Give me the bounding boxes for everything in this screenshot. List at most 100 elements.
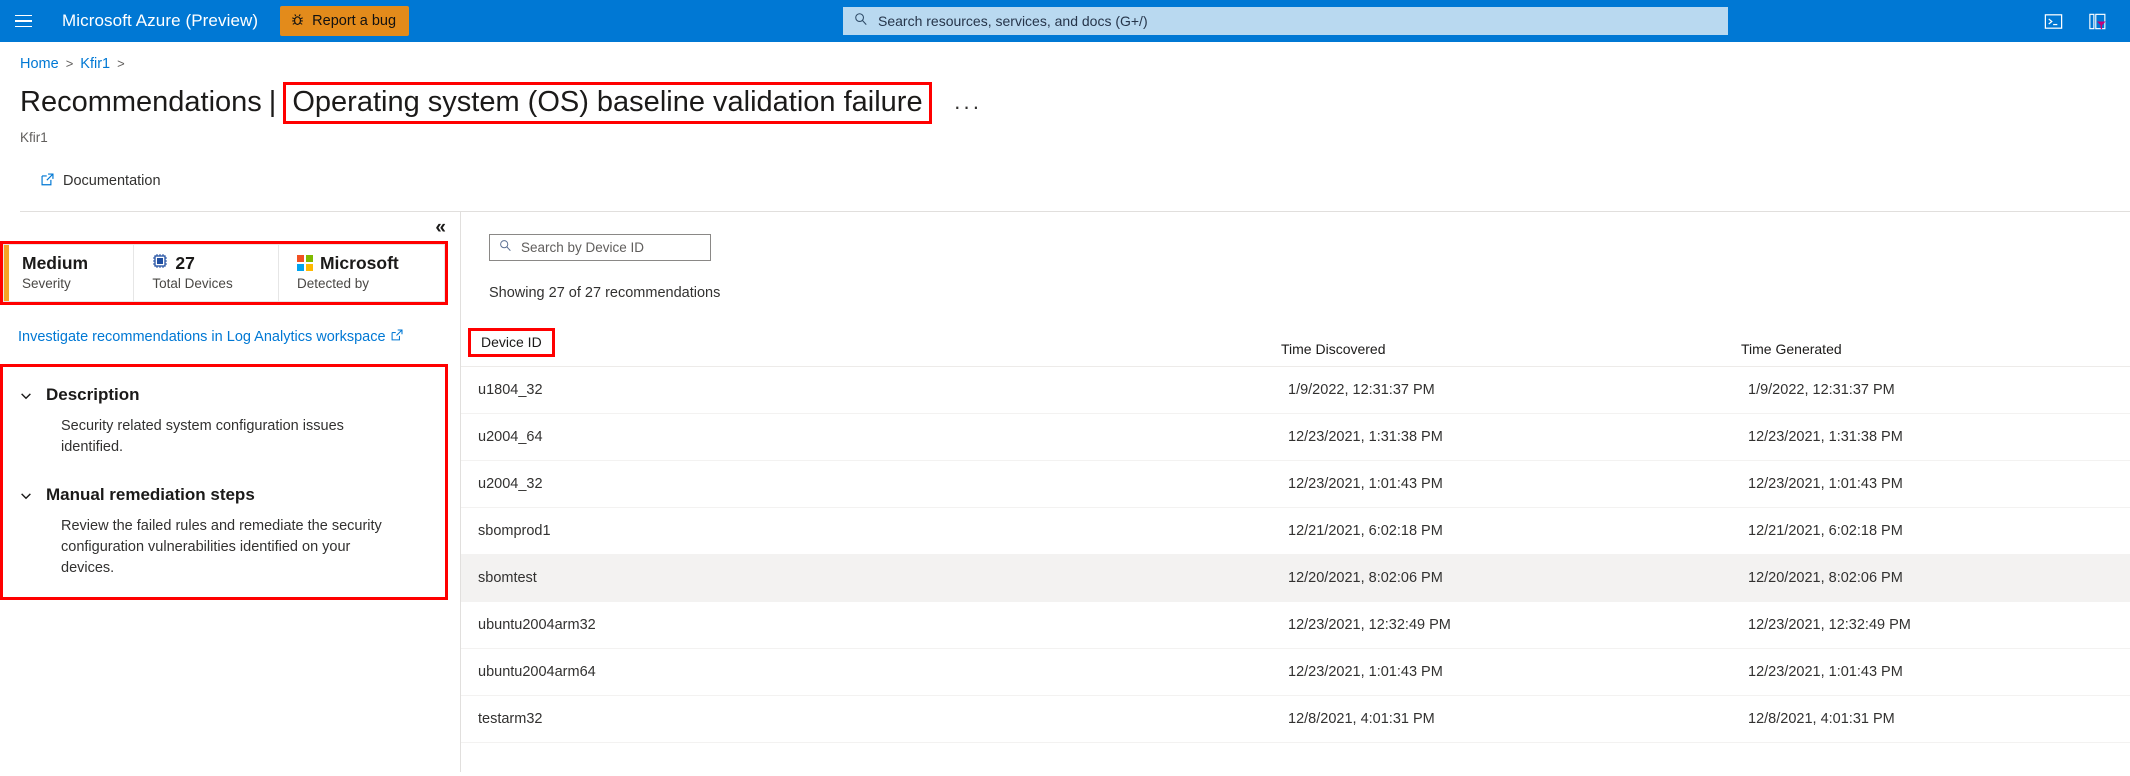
device-search-placeholder: Search by Device ID [521,240,645,255]
chevron-down-icon [19,488,33,502]
page-header: Home > Kfir1 > Recommendations | Operati… [0,42,2130,212]
accordion-title-manual-remediation: Manual remediation steps [46,485,255,504]
collapse-pane-button[interactable]: « [435,218,446,237]
directory-filter-icon[interactable] [2082,6,2112,36]
search-icon [499,239,512,257]
device-search-input[interactable]: Search by Device ID [489,234,711,261]
bug-icon [290,12,305,30]
cell-time-discovered: 12/20/2021, 8:02:06 PM [1271,554,1731,602]
accordion-spacer [19,458,429,481]
cell-time-generated: 12/8/2021, 4:01:31 PM [1731,695,2130,743]
resource-subtitle: Kfir1 [20,130,48,145]
external-link-icon [390,328,404,346]
table-row[interactable]: testarm32 12/8/2021, 4:01:31 PM 12/8/202… [461,695,2130,743]
total-devices-value-row: 27 [152,252,278,274]
table-row[interactable]: u2004_32 12/23/2021, 1:01:43 PM 12/23/20… [461,460,2130,508]
accordion-header-manual-remediation[interactable]: Manual remediation steps [19,481,429,509]
command-bar: Documentation [20,164,2130,198]
cell-time-generated: 12/23/2021, 1:31:38 PM [1731,413,2130,461]
hamburger-icon[interactable] [0,0,46,42]
report-a-bug-button[interactable]: Report a bug [280,6,410,36]
accordion-body-manual-remediation: Review the failed rules and remediate th… [61,518,382,576]
table-row[interactable]: ubuntu2004arm64 12/23/2021, 1:01:43 PM 1… [461,648,2130,696]
cell-time-discovered: 12/8/2021, 4:01:31 PM [1271,695,1731,743]
detected-by-label: Detected by [296,276,370,291]
recommendation-title: Operating system (OS) baseline validatio… [292,86,923,118]
details-accordions-highlight: Description Security related system conf… [0,364,448,600]
devices-table: Device ID Time Discovered Time Generated… [461,328,2130,743]
detected-by-value-row: Microsoft [296,252,444,274]
documentation-label: Documentation [63,173,161,189]
cell-time-discovered: 12/21/2021, 6:02:18 PM [1271,507,1731,555]
cell-device-id: sbomprod1 [461,507,1271,555]
results-count-label: Showing 27 of 27 recommendations [489,285,721,301]
cell-time-generated: 12/23/2021, 1:01:43 PM [1731,648,2130,696]
breadcrumb-item-home[interactable]: Home [20,56,59,72]
column-header-device-id-label: Device ID [468,328,555,357]
azure-brand-label[interactable]: Microsoft Azure (Preview) [62,11,258,31]
column-header-device-id[interactable]: Device ID [461,328,1271,367]
global-search-placeholder: Search resources, services, and docs (G+… [878,13,1148,29]
table-row[interactable]: sbomtest 12/20/2021, 8:02:06 PM 12/20/20… [461,554,2130,602]
severity-value: Medium [22,253,89,273]
table-row[interactable]: u2004_64 12/23/2021, 1:31:38 PM 12/23/20… [461,413,2130,461]
cell-time-generated: 12/20/2021, 8:02:06 PM [1731,554,2130,602]
investigate-log-analytics-link[interactable]: Investigate recommendations in Log Analy… [18,328,404,346]
more-options-button[interactable]: ··· [954,94,982,120]
summary-cards-highlight: Medium Severity 27 Total Devices Microso… [0,241,448,305]
content-area: « Medium Severity 27 Total Devices Micro… [0,212,2130,772]
cell-device-id: testarm32 [461,695,1271,743]
cell-time-generated: 12/23/2021, 1:01:43 PM [1731,460,2130,508]
breadcrumb-item-kfir1[interactable]: Kfir1 [80,56,110,72]
summary-cards: Medium Severity 27 Total Devices Microso… [3,244,445,302]
cell-device-id: sbomtest [461,554,1271,602]
table-row[interactable]: sbomprod1 12/21/2021, 6:02:18 PM 12/21/2… [461,507,2130,555]
cell-time-generated: 12/21/2021, 6:02:18 PM [1731,507,2130,555]
cell-time-generated: 1/9/2022, 12:31:37 PM [1731,366,2130,414]
cell-time-discovered: 1/9/2022, 12:31:37 PM [1271,366,1731,414]
table-header-row: Device ID Time Discovered Time Generated [461,328,2130,367]
search-icon [854,12,868,31]
breadcrumb-separator-2: > [117,56,125,71]
cell-time-discovered: 12/23/2021, 1:01:43 PM [1271,648,1731,696]
cell-device-id: u2004_32 [461,460,1271,508]
cell-time-discovered: 12/23/2021, 12:32:49 PM [1271,601,1731,649]
cell-time-discovered: 12/23/2021, 1:31:38 PM [1271,413,1731,461]
total-devices-label: Total Devices [152,276,233,291]
column-header-time-discovered-label: Time Discovered [1281,341,1386,357]
cell-device-id: u1804_32 [461,366,1271,414]
accordion-title-description: Description [46,385,140,404]
accordion-body-description: Security related system configuration is… [61,418,344,455]
accordion-header-description[interactable]: Description [19,381,429,409]
title-row: Recommendations | Operating system (OS) … [20,82,2130,124]
table-row[interactable]: u1804_32 1/9/2022, 12:31:37 PM 1/9/2022,… [461,366,2130,414]
report-a-bug-label: Report a bug [312,13,397,29]
topbar-actions [2038,0,2120,42]
details-pane: « Medium Severity 27 Total Devices Micro… [0,212,460,600]
table-row[interactable]: ubuntu2004arm32 12/23/2021, 12:32:49 PM … [461,601,2130,649]
detected-by-value: Microsoft [319,253,399,273]
cell-device-id: ubuntu2004arm64 [461,648,1271,696]
cell-time-generated: 12/23/2021, 12:32:49 PM [1731,601,2130,649]
stat-card-total-devices: 27 Total Devices [133,245,278,301]
column-header-time-discovered[interactable]: Time Discovered [1271,328,1731,367]
global-search-input[interactable]: Search resources, services, and docs (G+… [843,7,1728,35]
cloud-shell-icon[interactable] [2038,6,2068,36]
global-topbar: Microsoft Azure (Preview) Report a bug S… [0,0,2130,42]
devices-table-body: u1804_32 1/9/2022, 12:31:37 PM 1/9/2022,… [461,366,2130,743]
chip-icon [152,252,168,274]
microsoft-logo-icon [296,255,313,271]
stat-card-detected-by: Microsoft Detected by [277,245,444,301]
chevron-down-icon [19,388,33,402]
column-header-time-generated[interactable]: Time Generated [1731,328,2130,367]
severity-label: Severity [22,276,71,291]
cell-device-id: ubuntu2004arm32 [461,601,1271,649]
severity-value-row: Medium [22,252,133,274]
investigate-link-label: Investigate recommendations in Log Analy… [18,329,386,345]
external-link-icon [40,172,55,191]
documentation-button[interactable]: Documentation [32,168,169,195]
cell-time-discovered: 12/23/2021, 1:01:43 PM [1271,460,1731,508]
cell-device-id: u2004_64 [461,413,1271,461]
breadcrumb-separator: > [65,56,74,71]
breadcrumb: Home > Kfir1 > [20,42,2130,72]
